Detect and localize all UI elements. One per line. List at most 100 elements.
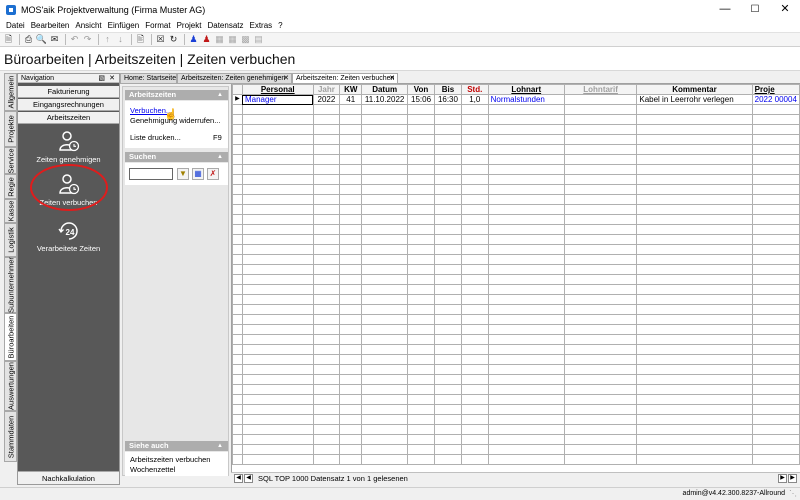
row-selector[interactable]: [232, 254, 243, 265]
empty-cell[interactable]: [361, 354, 409, 365]
row-selector[interactable]: [232, 284, 243, 295]
empty-cell[interactable]: [751, 414, 800, 425]
empty-table-row[interactable]: [232, 354, 800, 365]
column-header-von[interactable]: Von: [407, 84, 435, 95]
empty-cell[interactable]: [636, 214, 753, 225]
empty-cell[interactable]: [563, 294, 638, 305]
empty-cell[interactable]: [312, 394, 341, 405]
empty-cell[interactable]: [361, 134, 409, 145]
empty-cell[interactable]: [312, 124, 341, 135]
row-selector[interactable]: [232, 224, 243, 235]
empty-cell[interactable]: [312, 114, 341, 125]
row-selector[interactable]: [232, 374, 243, 385]
menu-ansicht[interactable]: Ansicht: [72, 21, 104, 30]
empty-cell[interactable]: [563, 204, 638, 215]
empty-cell[interactable]: [563, 154, 638, 165]
empty-cell[interactable]: [361, 114, 409, 125]
empty-cell[interactable]: [563, 344, 638, 355]
empty-cell[interactable]: [751, 214, 800, 225]
empty-cell[interactable]: [487, 394, 565, 405]
nav-button-arbeitszeiten[interactable]: Arbeitszeiten: [18, 112, 119, 124]
empty-cell[interactable]: [312, 214, 341, 225]
row-selector[interactable]: [232, 384, 243, 395]
refresh-icon[interactable]: ↻: [168, 34, 179, 45]
empty-cell[interactable]: [460, 184, 489, 195]
empty-cell[interactable]: [751, 344, 800, 355]
empty-cell[interactable]: [636, 444, 753, 455]
row-selector[interactable]: [232, 184, 243, 195]
empty-cell[interactable]: [434, 234, 462, 245]
mail-icon[interactable]: ✉: [49, 34, 60, 45]
empty-cell[interactable]: [751, 384, 800, 395]
cell-lohntarif[interactable]: [563, 94, 638, 105]
empty-cell[interactable]: [563, 134, 638, 145]
empty-cell[interactable]: [563, 284, 638, 295]
empty-cell[interactable]: [487, 324, 565, 335]
empty-cell[interactable]: [487, 414, 565, 425]
empty-cell[interactable]: [636, 184, 753, 195]
empty-cell[interactable]: [563, 184, 638, 195]
empty-cell[interactable]: [407, 434, 435, 445]
vtab-allgemein[interactable]: Allgemein: [4, 73, 17, 111]
empty-cell[interactable]: [636, 334, 753, 345]
empty-cell[interactable]: [487, 214, 565, 225]
delete-record-icon[interactable]: ☒: [155, 34, 166, 45]
empty-cell[interactable]: [751, 174, 800, 185]
empty-cell[interactable]: [460, 124, 489, 135]
empty-cell[interactable]: [434, 364, 462, 375]
empty-table-row[interactable]: [232, 314, 800, 325]
empty-cell[interactable]: [636, 414, 753, 425]
empty-cell[interactable]: [751, 454, 800, 465]
empty-cell[interactable]: [339, 454, 363, 465]
empty-cell[interactable]: [241, 174, 314, 185]
empty-cell[interactable]: [563, 164, 638, 175]
empty-cell[interactable]: [434, 444, 462, 455]
empty-cell[interactable]: [434, 204, 462, 215]
column-header-projekt[interactable]: Proje: [751, 84, 800, 95]
empty-cell[interactable]: [487, 374, 565, 385]
empty-cell[interactable]: [636, 364, 753, 375]
link-liste-drucken[interactable]: Liste drucken...: [130, 133, 181, 142]
empty-table-row[interactable]: [232, 424, 800, 435]
undo-icon[interactable]: ↶: [69, 34, 80, 45]
empty-cell[interactable]: [434, 254, 462, 265]
empty-cell[interactable]: [563, 174, 638, 185]
empty-cell[interactable]: [460, 304, 489, 315]
empty-cell[interactable]: [241, 114, 314, 125]
empty-cell[interactable]: [312, 334, 341, 345]
empty-cell[interactable]: [563, 374, 638, 385]
empty-cell[interactable]: [434, 134, 462, 145]
empty-cell[interactable]: [339, 254, 363, 265]
empty-cell[interactable]: [241, 454, 314, 465]
empty-cell[interactable]: [563, 244, 638, 255]
empty-cell[interactable]: [563, 364, 638, 375]
empty-table-row[interactable]: [232, 234, 800, 245]
empty-cell[interactable]: [434, 374, 462, 385]
empty-cell[interactable]: [339, 264, 363, 275]
empty-cell[interactable]: [241, 344, 314, 355]
cell-lohnart[interactable]: Normalstunden: [487, 94, 565, 105]
empty-cell[interactable]: [241, 394, 314, 405]
empty-cell[interactable]: [636, 114, 753, 125]
vtab-kasse[interactable]: Kasse: [4, 199, 17, 223]
cell-personal[interactable]: Manager: [241, 94, 314, 105]
move-up-icon[interactable]: ↑: [102, 34, 113, 45]
empty-cell[interactable]: [751, 194, 800, 205]
redo-icon[interactable]: ↷: [82, 34, 93, 45]
empty-cell[interactable]: [407, 254, 435, 265]
empty-cell[interactable]: [434, 454, 462, 465]
empty-cell[interactable]: [487, 264, 565, 275]
empty-cell[interactable]: [434, 384, 462, 395]
collapse-icon[interactable]: ▲: [217, 152, 223, 162]
row-selector[interactable]: [232, 164, 243, 175]
empty-cell[interactable]: [407, 444, 435, 455]
row-selector[interactable]: [232, 414, 243, 425]
empty-cell[interactable]: [563, 384, 638, 395]
empty-table-row[interactable]: [232, 184, 800, 195]
image-icon[interactable]: ▩: [240, 34, 251, 45]
empty-cell[interactable]: [241, 224, 314, 235]
empty-cell[interactable]: [434, 174, 462, 185]
empty-cell[interactable]: [636, 174, 753, 185]
empty-table-row[interactable]: [232, 154, 800, 165]
empty-cell[interactable]: [636, 424, 753, 435]
